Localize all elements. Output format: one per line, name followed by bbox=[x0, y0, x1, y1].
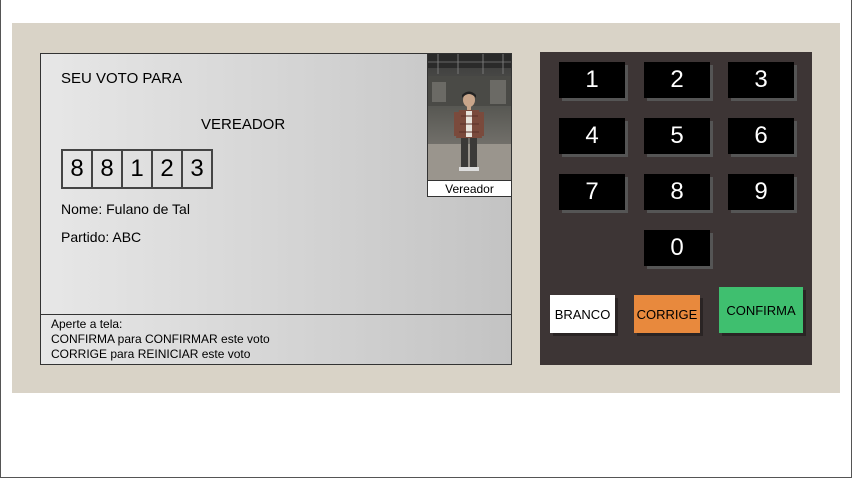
key-0[interactable]: 0 bbox=[644, 230, 710, 266]
vote-for-label: SEU VOTO PARA bbox=[61, 70, 183, 87]
key-7[interactable]: 7 bbox=[559, 174, 625, 210]
number-digit: 2 bbox=[151, 149, 183, 189]
number-digit: 1 bbox=[121, 149, 153, 189]
key-3[interactable]: 3 bbox=[728, 62, 794, 98]
branco-button[interactable]: BRANCO bbox=[550, 295, 615, 333]
corrige-button[interactable]: CORRIGE bbox=[634, 295, 700, 333]
number-digit: 8 bbox=[61, 149, 93, 189]
key-9[interactable]: 9 bbox=[728, 174, 794, 210]
key-2[interactable]: 2 bbox=[644, 62, 710, 98]
instructions-panel: Aperte a tela: CONFIRMA para CONFIRMAR e… bbox=[41, 314, 511, 365]
photo-caption: Vereador bbox=[428, 180, 511, 197]
candidate-photo bbox=[428, 54, 511, 180]
keypad: 1 2 3 4 5 6 7 8 9 0 BRANCO CORRIGE CONFI… bbox=[540, 52, 812, 365]
key-8[interactable]: 8 bbox=[644, 174, 710, 210]
candidate-number-display: 8 8 1 2 3 bbox=[61, 149, 213, 189]
instructions-line: CORRIGE para REINICIAR este voto bbox=[51, 347, 251, 361]
voting-screen: SEU VOTO PARA VEREADOR 8 8 1 2 3 Nome: F… bbox=[40, 53, 512, 365]
candidate-name: Nome: Fulano de Tal bbox=[61, 201, 190, 217]
key-1[interactable]: 1 bbox=[559, 62, 625, 98]
number-digit: 8 bbox=[91, 149, 123, 189]
key-5[interactable]: 5 bbox=[644, 118, 710, 154]
office-title: VEREADOR bbox=[201, 116, 286, 133]
instructions-line: Aperte a tela: bbox=[51, 317, 123, 331]
key-4[interactable]: 4 bbox=[559, 118, 625, 154]
candidate-party: Partido: ABC bbox=[61, 229, 142, 245]
confirma-button[interactable]: CONFIRMA bbox=[719, 287, 803, 333]
key-6[interactable]: 6 bbox=[728, 118, 794, 154]
instructions-line: CONFIRMA para CONFIRMAR este voto bbox=[51, 332, 270, 346]
number-digit: 3 bbox=[181, 149, 213, 189]
candidate-photo-box: Vereador bbox=[427, 54, 511, 197]
